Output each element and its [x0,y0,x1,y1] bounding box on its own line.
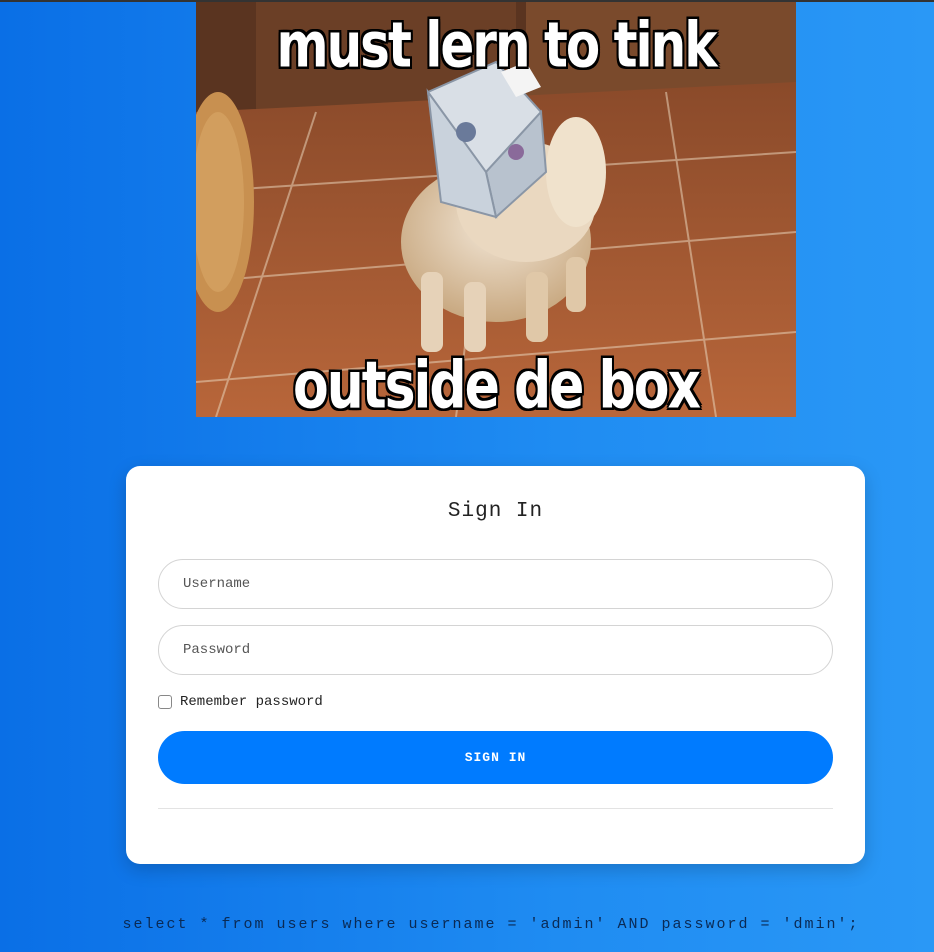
card-title: Sign In [447,500,544,523]
divider [158,808,833,809]
sql-query-text: select * from users where username = 'ad… [122,916,860,933]
remember-password-option[interactable]: Remember password [158,694,323,710]
username-input[interactable] [158,559,833,609]
remember-label: Remember password [180,694,323,710]
login-card: Sign In Remember password SIGN IN [126,466,865,864]
meme-top-caption: must lern to tink [276,8,717,82]
meme-bottom-caption: outside de box [292,348,701,418]
password-input[interactable] [158,625,833,675]
sign-in-button[interactable]: SIGN IN [158,731,833,784]
remember-checkbox[interactable] [158,695,172,709]
meme-image: must lern to tink outside de box [196,2,796,417]
